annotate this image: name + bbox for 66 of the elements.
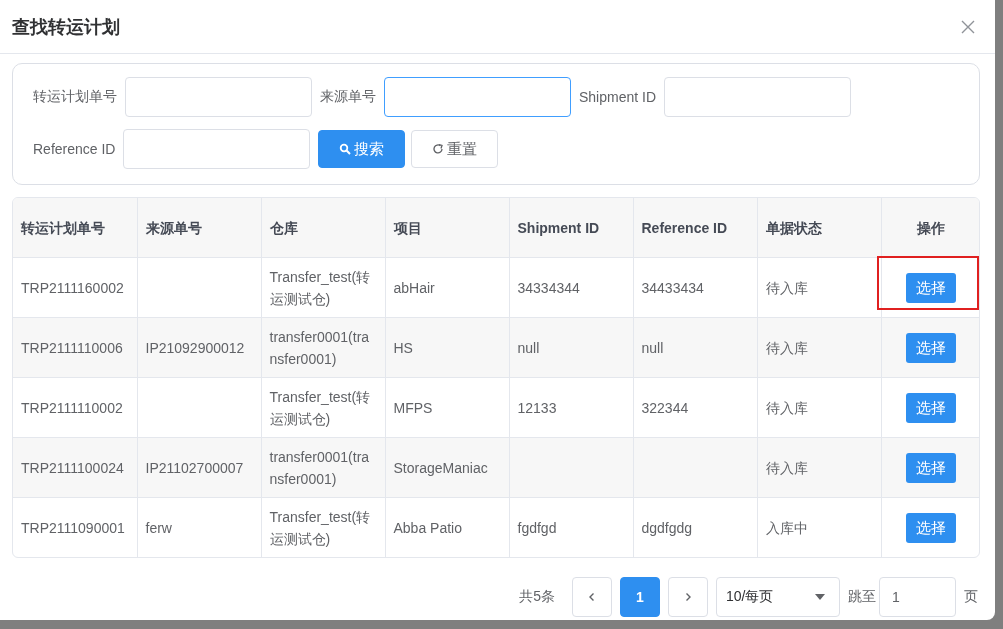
close-icon[interactable] [961, 19, 975, 34]
table-cell-text: transfer0001(transfer0001) [269, 447, 371, 489]
select-button[interactable]: 选择 [906, 272, 957, 303]
table-cell-text: TRP2111110006 [21, 338, 124, 358]
refresh-icon [432, 143, 445, 155]
table-cell-text: HS [393, 338, 414, 358]
table-cell-text: MFPS [393, 398, 434, 418]
page-button[interactable]: 1 [620, 577, 660, 617]
table-cell-text: transfer0001(transfer0001) [269, 327, 371, 369]
table-cell-text: IP21092900012 [145, 338, 246, 358]
page-input[interactable]: 1 [879, 577, 956, 617]
table-cell-text: TRP2111100024 [21, 458, 125, 478]
column-header: Reference ID [641, 219, 728, 236]
total-count: 共5条 [519, 588, 555, 606]
column-header: 转运计划单号 [21, 219, 105, 236]
column-header: 仓库 [269, 219, 298, 236]
column-header: 项目 [393, 219, 422, 236]
jump-label: 跳至 [848, 588, 876, 606]
table-cell-text: 34334344 [517, 278, 581, 298]
table-cell-text: 322344 [641, 398, 690, 418]
field-label: Shipment ID [579, 89, 657, 105]
select-button[interactable]: 选择 [906, 512, 957, 543]
table-cell-text: 待入库 [765, 338, 809, 358]
dialog-title: 查找转运计划 [12, 15, 120, 39]
table-cell-text: IP21102700007 [145, 458, 245, 478]
table-cell-text: TRP2111090001 [21, 518, 126, 538]
table-cell-text: fgdfgd [517, 518, 558, 538]
table-cell-text: Abba Patio [393, 518, 463, 538]
select-button[interactable]: 选择 [906, 332, 957, 363]
table-cell-text: Transfer_test(转运测试仓) [269, 267, 372, 309]
search-button[interactable]: 搜索 [318, 130, 406, 168]
input-field[interactable] [384, 77, 571, 117]
column-header: 单据状态 [765, 219, 822, 236]
table-cell-text: 待入库 [765, 458, 809, 478]
field-label: 转运计划单号 [33, 88, 117, 106]
table-cell-text: dgdfgdg [641, 518, 694, 538]
column-header: 来源单号 [145, 219, 202, 236]
table-cell-text: 入库中 [765, 518, 809, 538]
select-button[interactable]: 选择 [906, 392, 957, 423]
chevron-right-icon [683, 592, 693, 602]
table-cell-text: ferw [145, 518, 173, 538]
table-cell-text: Transfer_test(转运测试仓) [269, 507, 372, 549]
table-cell-text: Transfer_test(转运测试仓) [269, 387, 372, 429]
page-unit: 页 [964, 588, 978, 606]
chevron-left-icon [587, 592, 597, 602]
search-icon [339, 143, 352, 155]
page-size-select[interactable]: 10/每页 [716, 577, 840, 617]
table-cell-text: 12133 [517, 398, 558, 418]
table-cell-text: TRP2111110002 [21, 398, 124, 418]
table-cell-text: 待入库 [765, 398, 809, 418]
caret-down-icon [815, 594, 825, 600]
select-button[interactable]: 选择 [906, 452, 957, 483]
field-label: Reference ID [33, 141, 116, 157]
table-cell-text: null [517, 338, 541, 358]
table-cell-text: null [641, 338, 665, 358]
reset-button[interactable]: 重置 [411, 130, 499, 168]
prev-page-button[interactable] [572, 577, 612, 617]
column-header: 操作 [917, 219, 946, 236]
table-cell-text: TRP2111160002 [21, 278, 125, 298]
table-cell-text: abHair [393, 278, 436, 298]
table-cell-text: 待入库 [765, 278, 809, 298]
table-cell-text: StorageManiac [393, 458, 489, 478]
table-cell-text: 34433434 [641, 278, 705, 298]
next-page-button[interactable] [668, 577, 708, 617]
field-label: 来源单号 [320, 88, 376, 106]
column-header: Shipment ID [517, 219, 600, 236]
